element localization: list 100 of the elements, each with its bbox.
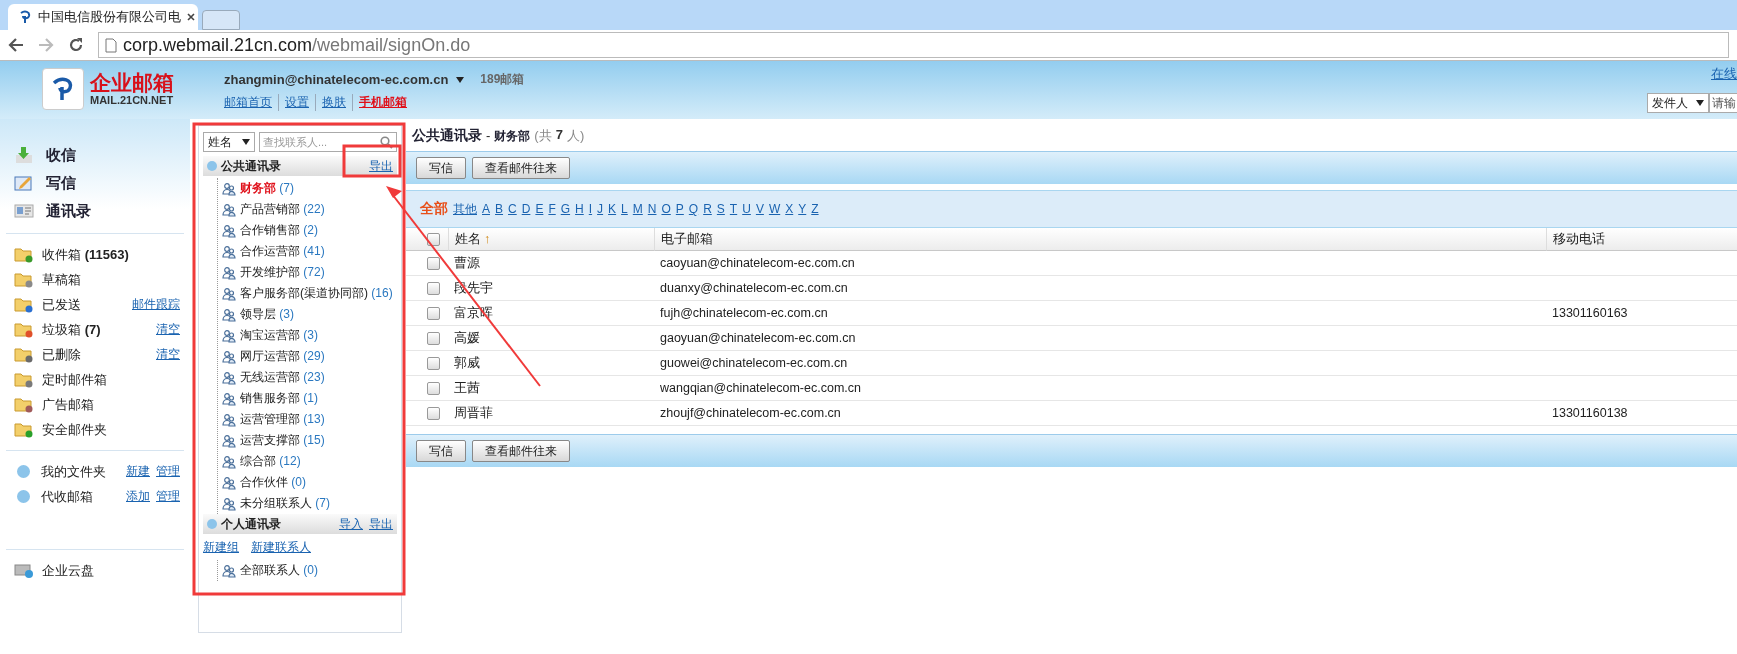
filter-select[interactable]: 姓名 (203, 132, 255, 152)
header-link[interactable]: 设置 (278, 94, 309, 111)
nav-item[interactable]: 通讯录 (46, 201, 91, 221)
logo-title: 企业邮箱 (90, 72, 174, 94)
section-title: 公共通讯录 (221, 157, 281, 175)
group-item[interactable]: 客户服务部(渠道协同部) (16) (240, 285, 393, 302)
tree-link[interactable]: 新建组 (203, 539, 239, 556)
letter-filter[interactable]: O (661, 202, 671, 216)
letter-filter[interactable]: W (768, 202, 781, 216)
letter-filter[interactable]: E (535, 202, 544, 216)
group-item[interactable]: 合作运营部 (41) (240, 243, 325, 260)
tab-title: 中国电信股份有限公司电 (38, 8, 181, 26)
group-item[interactable]: 淘宝运营部 (3) (240, 327, 318, 344)
letter-filter[interactable]: B (495, 202, 504, 216)
toolbar-button[interactable]: 写信 (416, 157, 466, 179)
letter-filter[interactable]: U (742, 202, 751, 216)
letter-filter[interactable]: M (632, 202, 643, 216)
folder-item[interactable]: 企业云盘 (42, 561, 94, 580)
header-link[interactable]: 手机邮箱 (352, 94, 407, 111)
logo-subtitle: MAIL.21CN.NET (90, 94, 174, 106)
letter-filter[interactable]: X (785, 202, 794, 216)
letter-filter[interactable]: L (621, 202, 628, 216)
letter-filter[interactable]: J (597, 202, 604, 216)
name-cell: 王茜 (448, 376, 654, 401)
group-item[interactable]: 运营管理部 (13) (240, 411, 325, 428)
column-header[interactable]: 姓名 ↑ (448, 228, 654, 251)
group-item[interactable]: 产品营销部 (22) (240, 201, 325, 218)
toolbar-button[interactable]: 查看邮件往来 (472, 157, 570, 179)
tree-link[interactable]: 新建联系人 (251, 539, 311, 556)
group-item[interactable]: 合作伙伴 (0) (240, 474, 306, 491)
letter-filter[interactable]: Q (688, 202, 699, 216)
folder-link[interactable]: 管理 (156, 488, 180, 505)
letter-filter[interactable]: N (647, 202, 657, 216)
group-item[interactable]: 开发维护部 (72) (240, 264, 325, 281)
title-separator: - (486, 128, 491, 143)
toolbar-button[interactable]: 查看邮件往来 (472, 440, 570, 462)
search-scope-select[interactable]: 发件人 (1647, 93, 1709, 113)
section-action[interactable]: 导入 (339, 515, 363, 533)
group-item[interactable]: 财务部 (7) (240, 180, 294, 197)
group-item[interactable]: 无线运营部 (23) (240, 369, 325, 386)
folder-item[interactable]: 已发送 (42, 295, 81, 314)
group-item[interactable]: 综合部 (12) (240, 453, 301, 470)
page-title: 公共通讯录 (412, 127, 482, 145)
letter-filter[interactable]: S (716, 202, 725, 216)
folder-link[interactable]: 管理 (156, 463, 180, 480)
section-action[interactable]: 导出 (369, 157, 393, 175)
letter-filter[interactable]: A (482, 202, 490, 216)
letter-filter[interactable]: V (755, 202, 764, 216)
group-item[interactable]: 合作销售部 (2) (240, 222, 318, 239)
group-item[interactable]: 领导层 (3) (240, 306, 294, 323)
folder-item[interactable]: 安全邮件夹 (42, 420, 107, 439)
group-item[interactable]: 销售服务部 (1) (240, 390, 318, 407)
search-field[interactable]: 请输 (1709, 93, 1737, 113)
folder-item[interactable]: 代收邮箱 (41, 487, 93, 506)
letter-filter[interactable]: K (608, 202, 617, 216)
letter-filter[interactable]: H (575, 202, 584, 216)
member-count: (共 7 人) (534, 127, 585, 145)
folder-link[interactable]: 清空 (156, 321, 180, 338)
folder-item[interactable]: 收件箱 (11563) (42, 245, 129, 264)
column-header[interactable]: 移动电话 (1546, 228, 1737, 251)
group-item[interactable]: 全部联系人 (0) (240, 562, 318, 579)
folder-item[interactable]: 定时邮件箱 (42, 370, 107, 389)
column-header[interactable]: 电子邮箱 (654, 228, 1546, 251)
folder-item[interactable]: 垃圾箱 (7) (42, 320, 101, 339)
letter-filter[interactable]: 其他 (453, 200, 477, 218)
folder-item[interactable]: 草稿箱 (42, 270, 81, 289)
letter-filter[interactable]: D (521, 202, 531, 216)
toolbar-button[interactable]: 写信 (416, 440, 466, 462)
phone-cell: 13301160163 (1552, 306, 1628, 320)
group-item[interactable]: 未分组联系人 (7) (240, 495, 330, 512)
browser-tab[interactable]: 中国电信股份有限公司电 (8, 4, 198, 30)
email-cell: caoyuan@chinatelecom-ec.com.cn (654, 251, 1546, 276)
email-cell: zhoujf@chinatelecom-ec.com.cn (654, 401, 1546, 426)
nav-item[interactable]: 写信 (46, 173, 76, 193)
group-item[interactable]: 网厅运营部 (29) (240, 348, 325, 365)
folder-link[interactable]: 邮件跟踪 (132, 296, 180, 313)
account-menu[interactable]: zhangmin@chinatelecom-ec.com.cn (224, 72, 449, 87)
folder-link[interactable]: 添加 (126, 488, 150, 505)
header-link[interactable]: 邮箱首页 (224, 94, 272, 111)
email-cell: wangqian@chinatelecom-ec.com.cn (654, 376, 1546, 401)
folder-item[interactable]: 我的文件夹 (41, 462, 106, 481)
folder-link[interactable]: 清空 (156, 346, 180, 363)
address-bar[interactable]: corp.webmail.21cn.com/webmail/signOn.do (98, 32, 1729, 58)
letter-filter[interactable]: Y (798, 202, 807, 216)
letter-filter[interactable]: Z (811, 202, 819, 216)
header-link[interactable]: 换肤 (315, 94, 346, 111)
letter-filter[interactable]: I (588, 202, 593, 216)
header-link[interactable]: 在线 (1711, 65, 1737, 83)
letter-filter[interactable]: T (729, 202, 738, 216)
folder-item[interactable]: 广告邮箱 (42, 395, 94, 414)
letter-filter[interactable]: R (703, 202, 712, 216)
folder-link[interactable]: 新建 (126, 463, 150, 480)
letter-filter[interactable]: G (560, 202, 571, 216)
letter-filter[interactable]: P (675, 202, 684, 216)
letter-filter[interactable]: C (508, 202, 517, 216)
folder-item[interactable]: 已删除 (42, 345, 81, 364)
letter-filter[interactable]: F (548, 202, 556, 216)
section-action[interactable]: 导出 (369, 515, 393, 533)
nav-item[interactable]: 收信 (46, 145, 76, 165)
group-item[interactable]: 运营支撑部 (15) (240, 432, 325, 449)
